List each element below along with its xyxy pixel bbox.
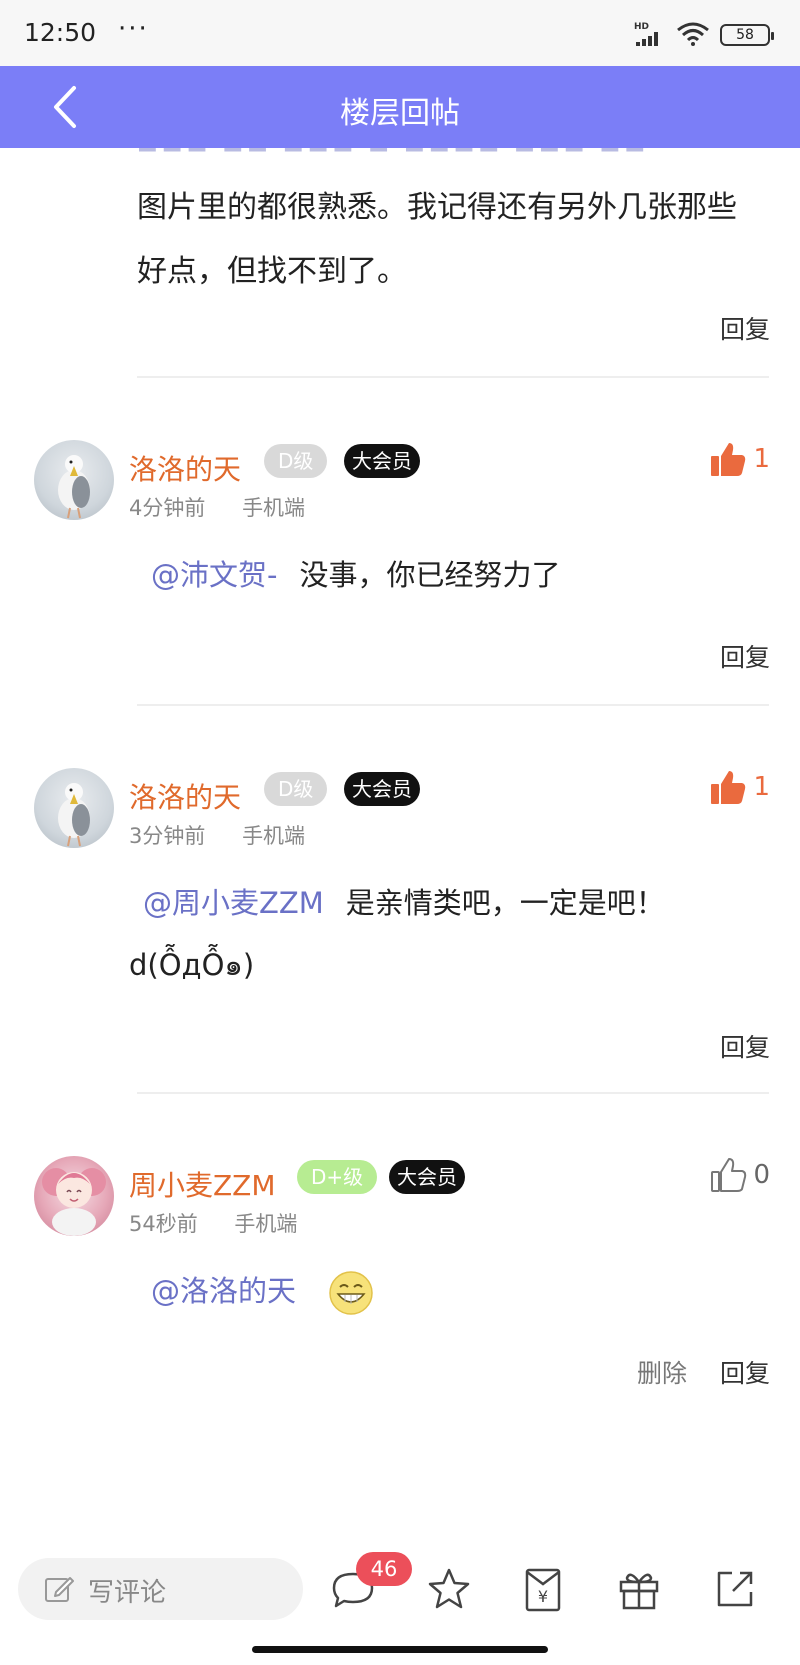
reply-button[interactable]: 回复 (720, 1028, 770, 1064)
post-device: 手机端 (242, 824, 306, 848)
reply-button[interactable]: 回复 (720, 1354, 770, 1390)
comment-placeholder: 写评论 (88, 1578, 167, 1608)
signal-icon (636, 32, 658, 46)
author-name[interactable]: 洛洛的天 (129, 776, 241, 816)
post-emoticon: d(ỖдỖ๑) (129, 948, 255, 982)
home-indicator[interactable] (252, 1646, 548, 1653)
svg-text:¥: ¥ (538, 1587, 548, 1606)
star-favorite-icon[interactable] (424, 1564, 474, 1614)
previous-post-text: 图片里的都很熟悉。我记得还有另外几张那些好点，但找不到了。 (137, 190, 737, 289)
post-text: @周小麦ZZM 是亲情类吧，一定是吧！ d(ỖдỖ๑) (129, 872, 729, 996)
mention-link[interactable]: @洛洛的天 (151, 1274, 296, 1308)
like-count: 1 (753, 444, 770, 474)
level-badge: D级 (264, 444, 328, 478)
thumbs-up-filled-icon (711, 771, 746, 804)
divider (137, 1092, 769, 1094)
post-text: @洛洛的天 (137, 1260, 737, 1322)
avatar[interactable] (34, 768, 114, 848)
post-message: 是亲情类吧，一定是吧！ (345, 886, 665, 920)
delete-button[interactable]: 删除 (637, 1354, 687, 1390)
previous-post-clipped-line: ▬▬▬ ▬▬ ▬▬▬ ▬ ▬▬▬▬ ▬▬▬ ▬▬ (137, 148, 697, 154)
vip-badge: 大会员 (344, 772, 420, 806)
bottom-action-bar: 写评论 46 ¥ (0, 1548, 800, 1665)
reply-button[interactable]: 回复 (720, 310, 770, 346)
post-device: 手机端 (242, 496, 306, 520)
comment-count-badge: 46 (356, 1552, 412, 1586)
like-button[interactable]: 1 (709, 440, 770, 484)
thumbs-up-outline-icon (711, 1158, 747, 1192)
post-message: 没事，你已经努力了 (299, 558, 561, 592)
status-more-icon: ··· (118, 14, 149, 44)
post-meta: 54秒前 手机端 (129, 1208, 297, 1238)
seagull-avatar-image (58, 455, 90, 519)
vip-badge: 大会员 (344, 444, 420, 478)
author-name[interactable]: 洛洛的天 (129, 448, 241, 488)
edit-icon (45, 1577, 74, 1602)
grinning-emoji-icon (329, 1271, 373, 1315)
nav-bar: 楼层回帖 (0, 66, 800, 148)
gift-icon[interactable] (614, 1564, 664, 1614)
battery-icon: 58 (720, 24, 774, 46)
battery-level: 58 (736, 27, 754, 43)
reply-button[interactable]: 回复 (720, 638, 770, 674)
post-meta: 3分钟前 手机端 (129, 820, 305, 850)
vip-badge: 大会员 (389, 1160, 465, 1194)
thread-content: ▬▬▬ ▬▬ ▬▬▬ ▬ ▬▬▬▬ ▬▬▬ ▬▬ 图片里的都很熟悉。我记得还有另… (0, 148, 800, 1548)
post-time: 4分钟前 (129, 496, 206, 520)
level-badge: D+级 (297, 1160, 378, 1194)
red-envelope-icon[interactable]: ¥ (518, 1564, 568, 1614)
like-button[interactable]: 1 (709, 768, 770, 812)
divider (137, 704, 769, 706)
author-name[interactable]: 周小麦ZZM (129, 1164, 276, 1204)
anime-girl-avatar-image (42, 1168, 106, 1236)
share-icon[interactable] (710, 1564, 760, 1614)
status-bar: 12:50 ··· HD 58 (0, 0, 800, 66)
post-time: 3分钟前 (129, 824, 206, 848)
post-device: 手机端 (234, 1212, 298, 1236)
divider (137, 376, 769, 378)
seagull-avatar-image (58, 783, 90, 847)
network-label: HD (634, 22, 650, 32)
avatar[interactable] (34, 440, 114, 520)
thumbs-up-filled-icon (711, 443, 746, 476)
page-title: 楼层回帖 (340, 96, 460, 131)
like-count: 1 (753, 772, 770, 802)
post-text: @沛文贺- 没事，你已经努力了 (137, 544, 737, 606)
wifi-icon (677, 22, 709, 46)
like-button[interactable]: 0 (709, 1156, 770, 1200)
avatar[interactable] (34, 1156, 114, 1236)
mention-link[interactable]: @沛文贺- (151, 558, 277, 592)
mention-link[interactable]: @周小麦ZZM (143, 886, 324, 920)
status-time: 12:50 (24, 18, 97, 47)
post-meta: 4分钟前 手机端 (129, 492, 305, 522)
post-time: 54秒前 (129, 1212, 198, 1236)
comment-input[interactable]: 写评论 (18, 1558, 303, 1620)
level-badge: D级 (264, 772, 328, 806)
like-count: 0 (753, 1160, 770, 1190)
